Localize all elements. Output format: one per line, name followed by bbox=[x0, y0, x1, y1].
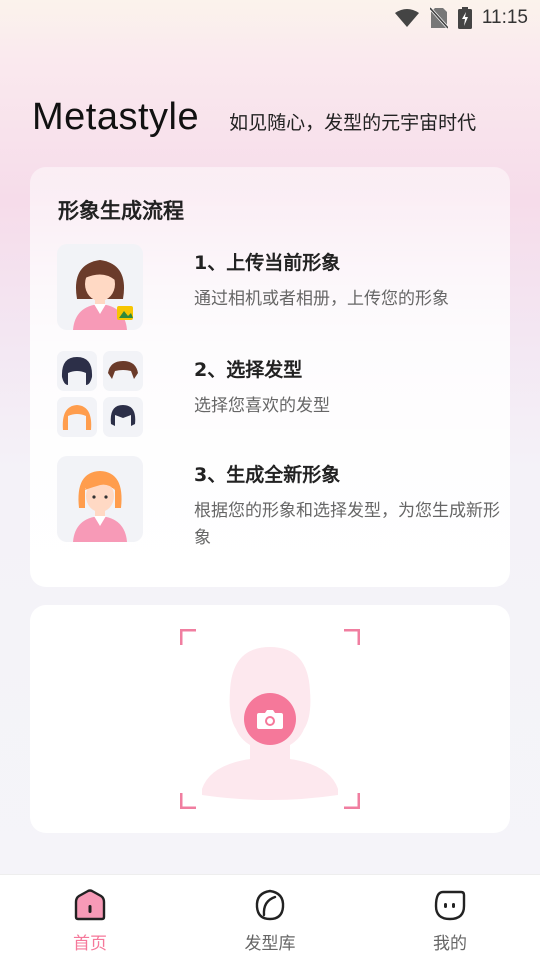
status-time: 11:15 bbox=[481, 7, 528, 28]
step-2-desc: 选择您喜欢的发型 bbox=[194, 396, 330, 416]
step-upload: 1、上传当前形象 通过相机或者相册，上传您的形象 bbox=[57, 244, 497, 334]
app-slogan: 如见随心，发型的元宇宙时代 bbox=[229, 112, 477, 134]
tab-home[interactable]: 首页 bbox=[0, 875, 180, 960]
step-1-title: 1、上传当前形象 bbox=[194, 252, 341, 274]
step-2-title: 2、选择发型 bbox=[194, 359, 303, 381]
step-1-desc: 通过相机或者相册，上传您的形象 bbox=[194, 289, 449, 309]
process-title: 形象生成流程 bbox=[58, 199, 184, 223]
step-3-title: 3、生成全新形象 bbox=[194, 464, 341, 486]
hairstyle-grid-icon bbox=[57, 351, 145, 439]
no-sim-icon bbox=[429, 7, 448, 29]
profile-face-icon bbox=[433, 889, 467, 925]
camera-icon[interactable] bbox=[244, 693, 296, 745]
battery-charging-icon bbox=[457, 7, 472, 29]
new-avatar-icon bbox=[57, 456, 143, 542]
process-card: 形象生成流程 1、上传当前形象 通过相机或者相册，上传您的形象 2、选择发型 选… bbox=[30, 167, 510, 587]
upload-area[interactable] bbox=[179, 628, 361, 810]
hair-library-icon bbox=[253, 889, 287, 925]
bottom-tabbar: 首页 发型库 我的 bbox=[0, 874, 540, 960]
tab-hair-library-label: 发型库 bbox=[244, 934, 296, 954]
woman-avatar-icon bbox=[57, 244, 143, 330]
header: Metastyle 如见随心，发型的元宇宙时代 bbox=[32, 96, 520, 139]
step-generate: 3、生成全新形象 根据您的形象和选择发型，为您生成新形象 bbox=[57, 456, 500, 566]
tab-profile[interactable]: 我的 bbox=[360, 875, 540, 960]
tab-home-label: 首页 bbox=[73, 934, 107, 954]
status-bar: 11:15 bbox=[0, 0, 540, 36]
step-3-desc: 根据您的形象和选择发型，为您生成新形象 bbox=[194, 501, 500, 548]
tab-hair-library[interactable]: 发型库 bbox=[180, 875, 360, 960]
tab-profile-label: 我的 bbox=[433, 934, 467, 954]
step-hairstyle: 2、选择发型 选择您喜欢的发型 bbox=[57, 351, 497, 441]
hairstyle-3-icon bbox=[57, 397, 97, 437]
hairstyle-4-icon bbox=[103, 397, 143, 437]
wifi-icon bbox=[394, 8, 420, 28]
home-icon bbox=[73, 889, 107, 925]
hairstyle-2-icon bbox=[103, 351, 143, 391]
hairstyle-1-icon bbox=[57, 351, 97, 391]
upload-card[interactable] bbox=[30, 605, 510, 833]
app-brand: Metastyle bbox=[32, 96, 200, 138]
